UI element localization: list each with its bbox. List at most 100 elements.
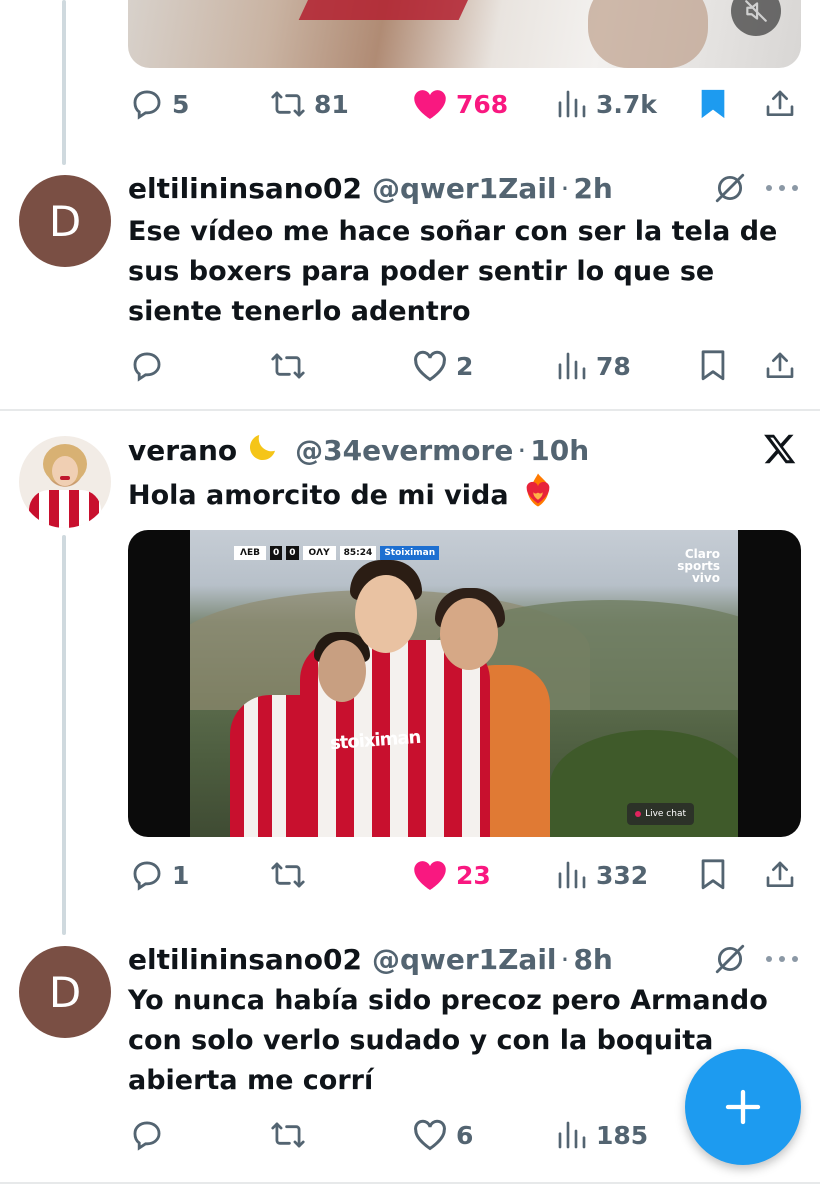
divider — [0, 1182, 820, 1184]
top-tweet-media[interactable] — [128, 0, 801, 68]
reply-button[interactable]: 1 — [130, 853, 189, 897]
views-count: 78 — [596, 351, 631, 381]
like-icon — [414, 90, 446, 119]
like-count: 6 — [456, 1120, 474, 1150]
grok-icon — [715, 173, 745, 203]
share-icon — [766, 352, 794, 378]
bookmark-icon — [701, 89, 725, 119]
match-clock: 85:24 — [339, 546, 377, 560]
views-button[interactable]: 78 — [556, 344, 631, 388]
video-frame: stoiximan ΛΕΒ 0 0 ΟΛΥ 85:24 Stoiximan Cl… — [190, 530, 738, 837]
avatar[interactable]: D — [19, 946, 111, 1038]
bookmark-button[interactable] — [698, 344, 728, 388]
grok-button[interactable] — [713, 942, 747, 976]
live-chat-label: Live chat — [645, 809, 686, 819]
display-name[interactable]: verano — [128, 434, 237, 467]
more-icon[interactable] — [766, 954, 798, 964]
user-handle[interactable]: @34evermore — [295, 434, 513, 467]
video-player[interactable]: stoiximan ΛΕΒ 0 0 ΟΛΥ 85:24 Stoiximan Cl… — [128, 530, 801, 837]
timestamp[interactable]: 2h — [573, 172, 612, 205]
views-count: 332 — [596, 860, 649, 890]
home-team: ΛΕΒ — [234, 546, 266, 560]
quote-actions: 1 23 332 — [128, 853, 800, 897]
retweet-icon — [271, 91, 305, 117]
tweet-header: eltilininsano02 @qwer1Zail · 2h — [128, 168, 613, 208]
views-icon — [558, 861, 586, 889]
reply-button[interactable]: 5 — [130, 82, 189, 126]
broadcaster-logo: Claro sports vivo — [677, 547, 720, 585]
tweet-text-row: Hola amorcito de mi vida — [128, 472, 778, 520]
retweet-button[interactable]: 81 — [270, 82, 349, 126]
views-icon — [558, 90, 586, 118]
retweet-count: 81 — [314, 89, 349, 119]
avatar[interactable]: D — [19, 175, 111, 267]
display-name[interactable]: eltilininsano02 — [128, 172, 362, 205]
avatar[interactable] — [19, 436, 111, 528]
views-count: 185 — [596, 1120, 649, 1150]
views-button[interactable]: 3.7k — [556, 82, 657, 126]
bookmark-button[interactable] — [698, 82, 728, 126]
like-icon — [414, 861, 446, 890]
tweet-text: Hola amorcito de mi vida — [128, 480, 509, 511]
like-button[interactable]: 6 — [412, 1113, 473, 1157]
timestamp[interactable]: 10h — [530, 434, 589, 467]
user-handle[interactable]: @qwer1Zail — [372, 172, 557, 205]
share-button[interactable] — [764, 344, 796, 388]
like-button[interactable]: 768 — [412, 82, 508, 126]
grok-icon — [715, 944, 745, 974]
like-icon — [414, 1119, 446, 1151]
like-icon — [414, 350, 446, 382]
like-count: 23 — [456, 860, 491, 890]
display-name[interactable]: eltilininsano02 — [128, 943, 362, 976]
reply-button[interactable] — [130, 1113, 164, 1157]
like-count: 768 — [456, 89, 509, 119]
avatar-letter: D — [48, 967, 82, 1017]
retweet-button[interactable] — [270, 853, 306, 897]
views-count: 3.7k — [596, 89, 657, 119]
tweet-header: eltilininsano02 @qwer1Zail · 8h — [128, 939, 613, 979]
bookmark-icon — [701, 350, 725, 381]
share-button[interactable] — [764, 82, 796, 126]
user-handle[interactable]: @qwer1Zail — [372, 943, 557, 976]
compose-plus-icon — [725, 1089, 761, 1125]
reply-icon — [133, 861, 161, 891]
reply-button[interactable] — [130, 344, 164, 388]
views-button[interactable]: 332 — [556, 853, 648, 897]
top-tweet-actions: 5 81 768 3.7k — [128, 82, 800, 126]
like-count: 2 — [456, 351, 474, 381]
like-button[interactable]: 2 — [412, 344, 473, 388]
heart-on-fire-emoji — [519, 472, 557, 520]
views-button[interactable]: 185 — [556, 1113, 648, 1157]
bookmark-icon — [701, 859, 725, 890]
tweet-text: Yo nunca había sido precoz pero Armando … — [128, 985, 768, 1096]
scorebug-sponsor: Stoiximan — [380, 546, 440, 560]
thread-line-quote — [62, 535, 66, 935]
share-icon — [766, 861, 794, 887]
like-button[interactable]: 23 — [412, 853, 491, 897]
retweet-button[interactable] — [270, 1113, 306, 1157]
avatar-letter: D — [48, 196, 82, 246]
scorebug: ΛΕΒ 0 0 ΟΛΥ 85:24 Stoiximan — [234, 546, 440, 560]
reply-icon — [133, 1121, 161, 1151]
compose-button[interactable] — [685, 1049, 801, 1165]
mute-icon[interactable] — [731, 0, 781, 36]
separator-dot: · — [560, 942, 570, 976]
timestamp[interactable]: 8h — [573, 943, 612, 976]
grok-button[interactable] — [713, 171, 747, 205]
reply-icon — [133, 90, 161, 120]
share-icon — [766, 90, 794, 116]
tweet-text: Ese vídeo me hace soñar con ser la tela … — [128, 216, 778, 327]
bookmark-button[interactable] — [698, 853, 728, 897]
retweet-icon — [271, 862, 305, 888]
share-button[interactable] — [764, 853, 796, 897]
away-team: ΟΛΥ — [302, 546, 336, 560]
live-chat-badge: Live chat — [627, 803, 694, 825]
retweet-button[interactable] — [270, 344, 306, 388]
reply1-actions: 2 78 — [128, 344, 800, 388]
more-icon[interactable] — [766, 183, 798, 193]
divider — [0, 409, 820, 411]
thread-line-top — [62, 0, 66, 165]
x-logo-icon[interactable] — [762, 431, 798, 467]
reply-icon — [133, 352, 161, 382]
views-icon — [558, 352, 586, 380]
